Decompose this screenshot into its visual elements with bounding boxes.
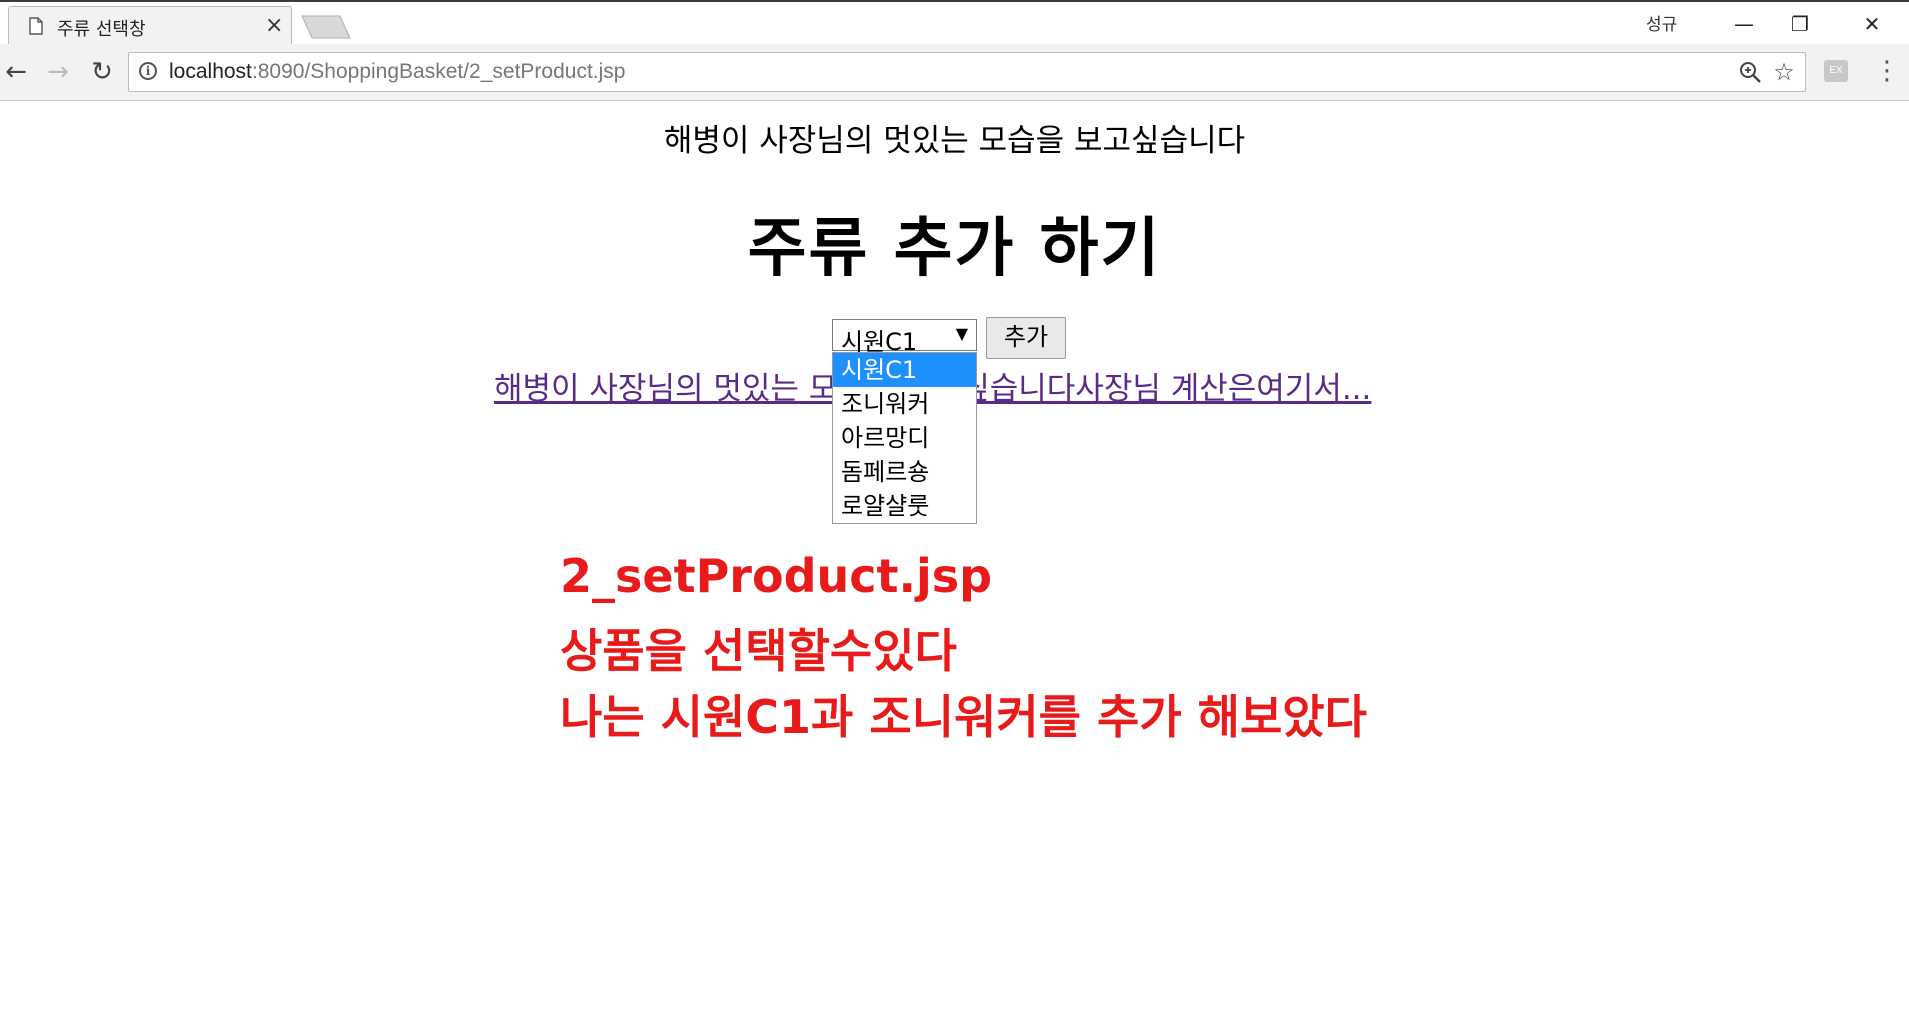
dropdown-option[interactable]: 돔페르숑 [833, 455, 976, 489]
browser-tab[interactable]: 주류 선택창 × [8, 6, 292, 46]
address-bar[interactable]: i localhost:8090/ShoppingBasket/2_setPro… [128, 52, 1806, 92]
url-text[interactable]: localhost:8090/ShoppingBasket/2_setProdu… [169, 60, 625, 84]
back-icon[interactable]: ← [0, 56, 32, 88]
info-icon[interactable]: i [139, 62, 157, 80]
menu-icon[interactable]: ⋮ [1874, 56, 1900, 86]
annotation-description: 상품을 선택할수있다 [560, 624, 957, 678]
select-dropdown-list: 시원C1 조니워커 아르망디 돔페르숑 로얄샬룻 [832, 352, 977, 524]
reload-icon[interactable]: ↻ [86, 56, 118, 88]
zoom-icon[interactable] [1737, 59, 1763, 85]
product-select[interactable]: 시원C1 ▼ [832, 319, 977, 356]
close-window-button[interactable]: ✕ [1844, 6, 1900, 42]
annotation-note: 나는 시원C1과 조니워커를 추가 해보았다 [560, 690, 1367, 744]
dropdown-option[interactable]: 로얄샬룻 [833, 489, 976, 523]
profile-name[interactable]: 성규 [1646, 10, 1677, 35]
greeting-text: 해병이 사장님의 멋있는 모습을 보고싶습니다 [663, 123, 1246, 159]
title-bar: 주류 선택창 × 성규 — ❐ ✕ [0, 0, 1909, 46]
restore-button[interactable]: ❐ [1772, 6, 1828, 42]
dropdown-option[interactable]: 조니워커 [833, 387, 976, 421]
page-title: 주류 추가 하기 [747, 212, 1162, 286]
dropdown-option[interactable]: 아르망디 [833, 421, 976, 455]
chevron-down-icon: ▼ [955, 324, 968, 343]
annotation-filename: 2_setProduct.jsp [560, 549, 993, 603]
browser-toolbar: ← → ↻ i localhost:8090/ShoppingBasket/2_… [0, 44, 1909, 100]
forward-icon[interactable]: → [42, 56, 74, 88]
doc-icon [29, 17, 43, 35]
url-path: :8090/ShoppingBasket/2_setProduct.jsp [251, 60, 626, 83]
dropdown-option[interactable]: 시원C1 [833, 353, 976, 387]
tab-close-icon[interactable]: × [265, 15, 283, 37]
tab-title: 주류 선택창 [57, 19, 146, 40]
browser-chrome: 주류 선택창 × 성규 — ❐ ✕ ← → ↻ i localhost:8090… [0, 0, 1909, 101]
extension-icon[interactable]: EX [1824, 60, 1848, 82]
add-button[interactable]: 추가 [986, 317, 1066, 359]
minimize-button[interactable]: — [1716, 6, 1772, 42]
page-content: 해병이 사장님의 멋있는 모습을 보고싶습니다 주류 추가 하기 시원C1 ▼ … [0, 101, 1909, 1015]
bookmark-star-icon[interactable]: ☆ [1771, 59, 1797, 85]
new-tab-button[interactable] [300, 14, 352, 40]
url-host: localhost [169, 60, 252, 83]
